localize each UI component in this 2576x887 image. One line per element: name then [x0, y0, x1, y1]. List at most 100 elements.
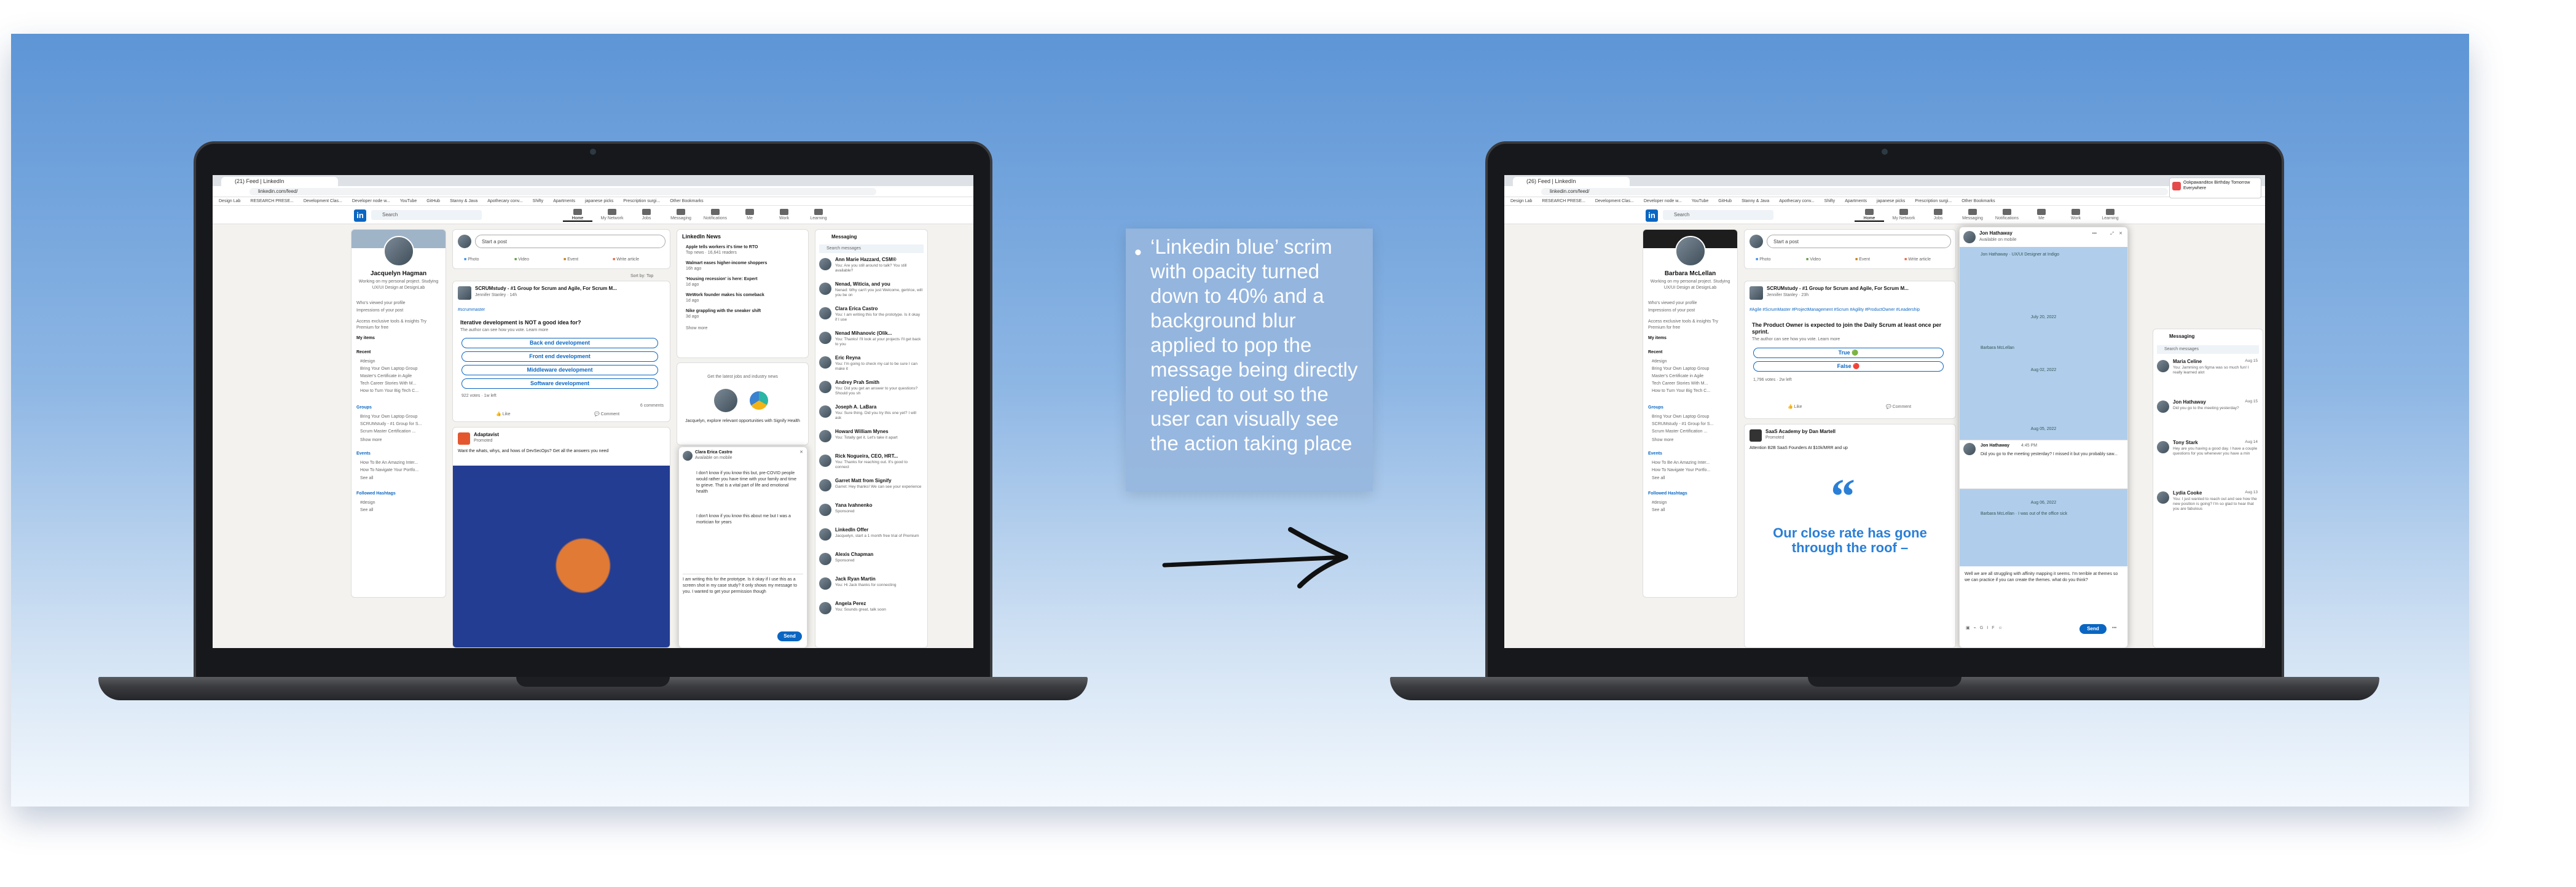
advertiser-name[interactable]: SaaS Academy by Dan Martell [1765, 428, 1836, 435]
bookmark[interactable]: japanese picks [1877, 199, 1905, 203]
linkedin-logo[interactable]: in [354, 209, 366, 222]
recent-item[interactable]: Master's Certificate in Agile [360, 373, 412, 380]
bookmark[interactable]: Stanny & Java [450, 199, 477, 203]
chat-contact-name[interactable]: Jon Hathaway [1979, 230, 2012, 236]
bookmark[interactable]: Developer node w... [352, 199, 390, 203]
event-item[interactable]: How To Navigate Your Portfo... [360, 467, 418, 474]
profile-impressions[interactable]: Impressions of your post [1648, 308, 1695, 314]
url-field[interactable]: linkedin.com/feed/ [1541, 188, 2168, 195]
show-more[interactable]: Show more [686, 326, 707, 332]
events-heading[interactable]: Events [1648, 451, 1662, 457]
video-button[interactable]: ■ Video [1806, 257, 1821, 263]
recent-item[interactable]: Bring Your Own Laptop Group [360, 366, 417, 372]
conversation-item[interactable]: Angela Perez You: Sounds great, talk soon [819, 601, 925, 625]
event-item[interactable]: How To Be An Amazing Inter... [360, 460, 418, 466]
nav-jobs[interactable]: Jobs [1923, 208, 1953, 222]
nav-me[interactable]: Me [2027, 208, 2056, 222]
groups-heading[interactable]: Groups [1648, 405, 1663, 411]
close-icon[interactable]: ✕ [2119, 231, 2122, 237]
recent-item[interactable]: How to Turn Your Big Tech C... [360, 388, 418, 394]
conversation-item[interactable]: LinkedIn Offer Jacquelyn, start a 1 month… [819, 527, 925, 552]
search-input[interactable]: Search [1663, 210, 1773, 220]
image-icon[interactable]: ▣ [1966, 626, 1974, 630]
messaging-search[interactable]: Search messages [819, 244, 924, 253]
event-button[interactable]: ■ Event [1855, 257, 1870, 263]
notification-toast[interactable]: Ookpawanditox Birthday Tomorrow Everywhe… [2169, 178, 2261, 198]
nav-notifications[interactable]: Notifications [701, 208, 730, 222]
bookmark[interactable]: Development Clas... [1595, 199, 1634, 203]
profile-views[interactable]: Who's viewed your profile [356, 300, 406, 307]
nav-network[interactable]: My Network [1889, 208, 1918, 222]
conversation-item[interactable]: Clara Erica Castro You: I am writing this… [819, 306, 925, 330]
bookmark[interactable]: Apartments [1845, 199, 1867, 203]
article-button[interactable]: ■ Write article [613, 257, 639, 263]
search-input[interactable]: Search [371, 210, 482, 220]
ad-image[interactable]: “ Our close rate has gone through the ro… [1745, 458, 1955, 647]
group-item[interactable]: Bring Your Own Laptop Group [360, 414, 417, 420]
browser-tab[interactable]: (21) Feed | LinkedIn [221, 177, 338, 186]
poll-option[interactable]: Front end development [461, 351, 658, 362]
nav-messaging[interactable]: Messaging [666, 208, 696, 222]
see-all[interactable]: See all [360, 507, 373, 514]
bookmark[interactable]: Apothecary conv... [487, 199, 522, 203]
conversation-item[interactable]: Eric Reyna You: I'm going to check my cal… [819, 355, 925, 380]
see-all[interactable]: See all [360, 475, 373, 482]
profile-views[interactable]: Who's viewed your profile [1648, 300, 1697, 307]
nav-me[interactable]: Me [735, 208, 764, 222]
send-button[interactable]: Send [2079, 624, 2107, 634]
nav-network[interactable]: My Network [597, 208, 627, 222]
poll-option[interactable]: Software development [461, 378, 658, 389]
start-post-input[interactable]: Start a post [475, 235, 666, 248]
bookmark[interactable]: Developer node w... [1644, 199, 1682, 203]
more-icon[interactable]: ••• [2092, 231, 2097, 237]
group-item[interactable]: Bring Your Own Laptop Group [1652, 414, 1709, 420]
recent-item[interactable]: Tech Career Stories With M... [1652, 381, 1708, 387]
conversation-item[interactable]: Rick Nogueira, CEO, HRT... You: Thanks fo… [819, 453, 925, 478]
emoji-icon[interactable]: ☺ [1998, 626, 2006, 630]
like-button[interactable]: 👍 Like [496, 412, 511, 418]
my-items[interactable]: My items [1648, 335, 1667, 342]
advertiser-logo[interactable] [458, 432, 470, 445]
browser-tab[interactable]: (26) Feed | LinkedIn [1513, 177, 1630, 186]
bookmark[interactable]: Prescription surgi... [623, 199, 660, 203]
see-all[interactable]: See all [1652, 475, 1665, 482]
my-items[interactable]: My items [356, 335, 375, 342]
sort-by[interactable]: Sort by: Top [630, 273, 653, 279]
nav-notifications[interactable]: Notifications [1992, 208, 2022, 222]
bookmark[interactable]: Other Bookmarks [1961, 199, 1995, 203]
bookmark[interactable]: Design Lab [219, 199, 240, 203]
video-button[interactable]: ■ Video [514, 257, 529, 263]
ad-image[interactable] [453, 466, 670, 647]
start-post-input[interactable]: Start a post [1767, 235, 1951, 248]
group-item[interactable]: Scrum Master Certification ... [360, 429, 415, 435]
messaging-search[interactable]: Search messages [2157, 345, 2259, 354]
see-all[interactable]: See all [1652, 507, 1665, 514]
advertiser-logo[interactable] [1749, 429, 1762, 442]
photo-button[interactable]: ■ Photo [464, 257, 479, 263]
bookmark[interactable]: YouTube [400, 199, 417, 203]
profile-name[interactable]: Jacquelyn Hagman [351, 270, 446, 277]
premium-promo[interactable]: Access exclusive tools & insights Try Pr… [1648, 319, 1732, 331]
conversation-item[interactable]: Jack Ryan Martin You: Hi Jack thanks for … [819, 576, 925, 601]
conversation-item[interactable]: Yana Ivahnenko Sponsored [819, 502, 925, 527]
show-more[interactable]: Show more [1652, 437, 1673, 444]
show-more[interactable]: Show more [360, 437, 382, 444]
hashtag-item[interactable]: #design [1652, 500, 1667, 506]
groups-heading[interactable]: Groups [356, 405, 372, 411]
nav-home[interactable]: Home [1855, 208, 1884, 222]
conversation-item[interactable]: Garret Matt from Signify Garret: Hey than… [819, 478, 925, 502]
bookmark[interactable]: Prescription surgi... [1915, 199, 1952, 203]
conversation-item[interactable]: Andrey Prah Smith You: Did you get an ans… [819, 380, 925, 404]
bookmark[interactable]: GitHub [426, 199, 440, 203]
profile-avatar[interactable] [1675, 236, 1706, 267]
group-item[interactable]: Scrum Master Certification ... [1652, 429, 1707, 435]
bookmark[interactable]: Design Lab [1510, 199, 1532, 203]
poll-option[interactable]: Middleware development [461, 365, 658, 375]
bookmark[interactable]: RESEARCH PRESE... [1542, 199, 1585, 203]
vote-count[interactable]: 1,796 votes · 2w left [1753, 377, 1792, 383]
post-avatar[interactable] [1749, 286, 1763, 300]
profile-name[interactable]: Barbara McLellan [1643, 270, 1737, 277]
messaging-title[interactable]: Messaging [2169, 333, 2194, 340]
post-avatar[interactable] [458, 286, 471, 300]
recent-item[interactable]: Master's Certificate in Agile [1652, 373, 1703, 380]
